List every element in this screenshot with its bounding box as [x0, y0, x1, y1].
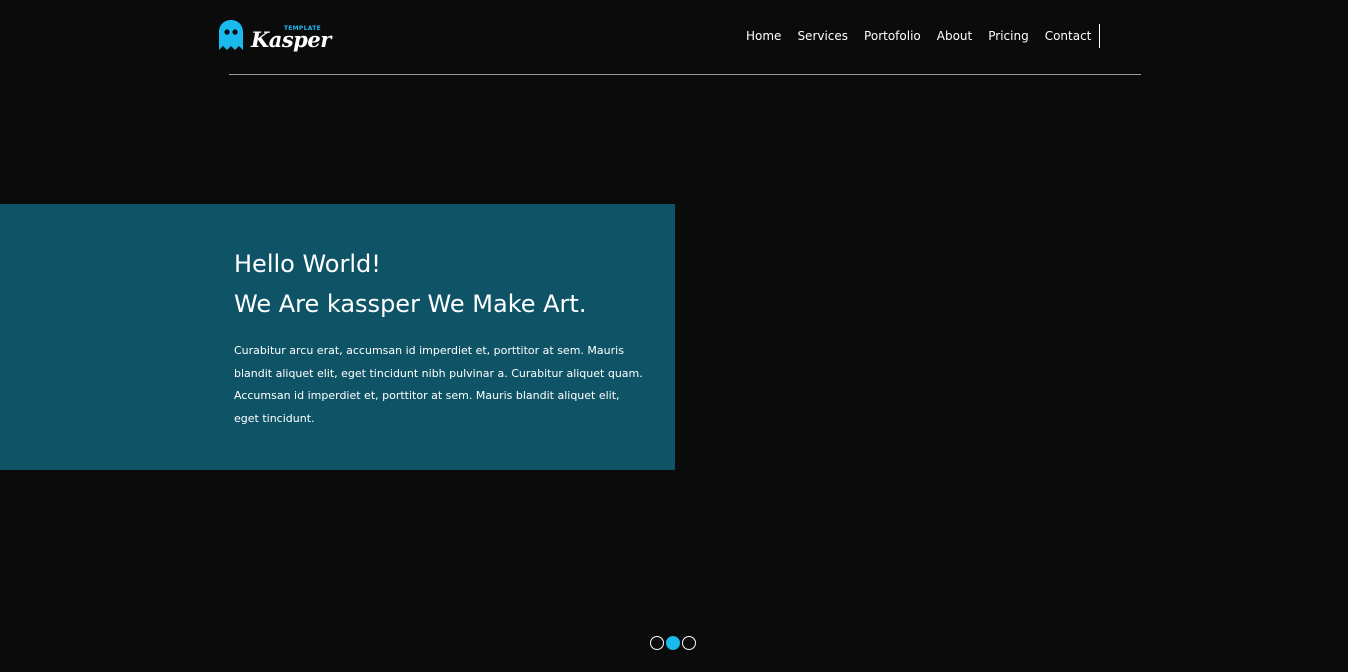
hero-title: Hello World! We Are kassper We Make Art.	[234, 244, 586, 324]
ghost-icon	[219, 20, 243, 50]
nav-link-home[interactable]: Home	[738, 24, 789, 48]
logo-name: Kasper	[251, 27, 331, 52]
nav-divider	[1099, 24, 1101, 48]
header-divider	[229, 74, 1141, 75]
slider-bullet-2[interactable]	[666, 636, 680, 650]
hero-title-line-2: We Are kassper We Make Art.	[234, 290, 587, 318]
hero-paragraph: Curabitur arcu erat, accumsan id imperdi…	[234, 344, 643, 425]
slider-bullet-1[interactable]	[650, 636, 664, 650]
nav-link-services[interactable]: Services	[789, 24, 856, 48]
main-nav: Home Services Portofolio About Pricing C…	[738, 24, 1101, 48]
slider-bullets	[650, 636, 698, 650]
logo-wordmark: TEMPLATE Kasper	[251, 16, 331, 50]
hero-title-line-1: Hello World!	[234, 250, 381, 278]
nav-link-contact[interactable]: Contact	[1037, 24, 1100, 48]
logo[interactable]: TEMPLATE Kasper	[219, 16, 331, 50]
hero-panel: Hello World! We Are kassper We Make Art.…	[0, 204, 675, 470]
page: TEMPLATE Kasper Home Services Portofolio…	[0, 0, 1348, 672]
slider-bullet-3[interactable]	[682, 636, 696, 650]
nav-link-portofolio[interactable]: Portofolio	[856, 24, 929, 48]
nav-link-pricing[interactable]: Pricing	[980, 24, 1036, 48]
nav-link-about[interactable]: About	[929, 24, 980, 48]
